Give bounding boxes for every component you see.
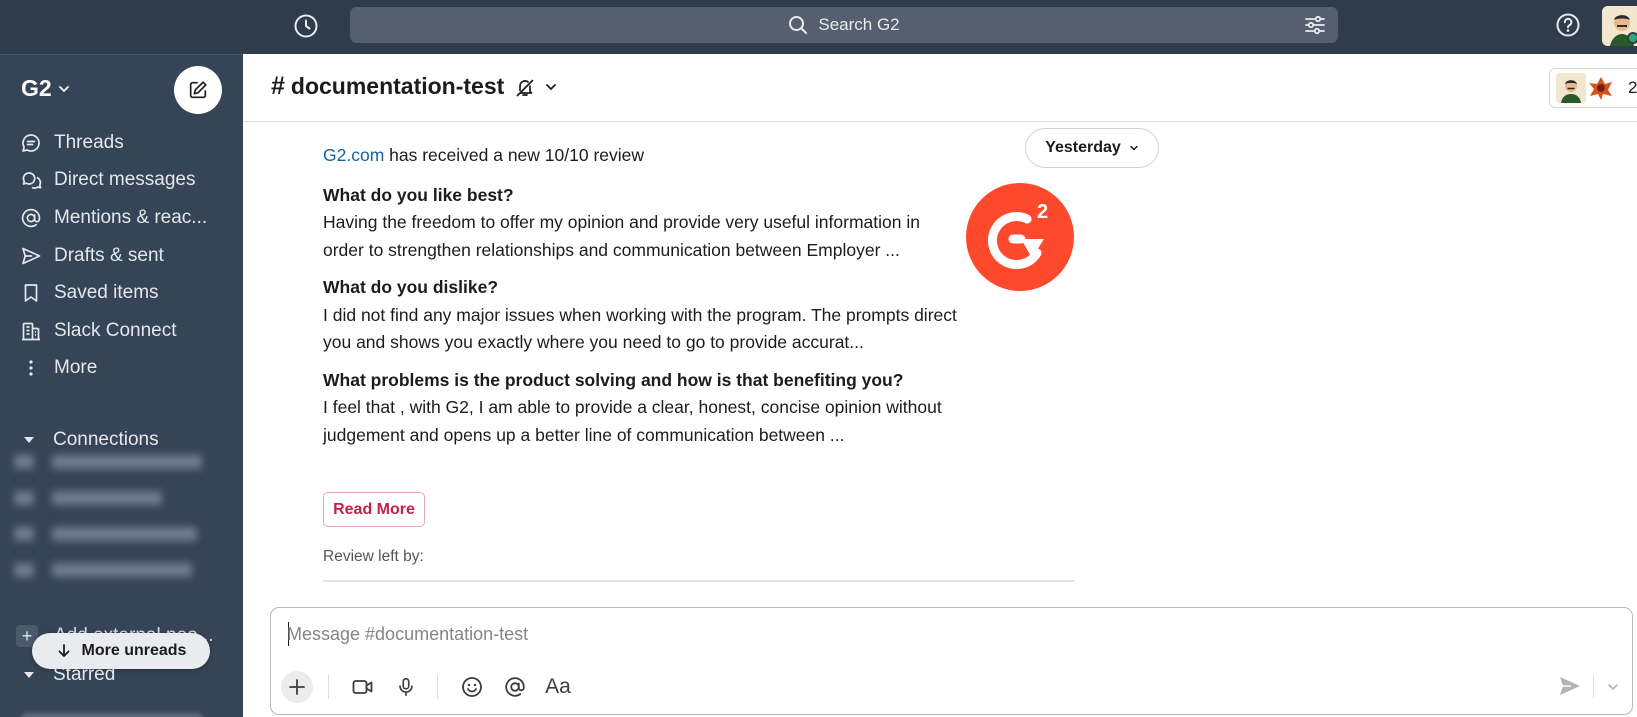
date-label: Yesterday [1045, 139, 1121, 156]
g2-link[interactable]: G2.com [323, 145, 384, 165]
presence-indicator [1627, 32, 1637, 44]
history-icon[interactable] [292, 12, 320, 40]
sidebar-item-label: Drafts & sent [54, 244, 164, 266]
at-icon [20, 207, 42, 229]
connection-item-redacted[interactable] [14, 451, 224, 473]
channel-members-button[interactable]: 2 [1549, 68, 1637, 108]
answer-like-best: Having the freedom to offer my opinion a… [323, 212, 920, 260]
review-left-by: Review left by: [323, 548, 424, 565]
sidebar: G2 Threads Direct messages Mentions & re… [0, 54, 243, 717]
channel-hash: # [271, 72, 285, 100]
sidebar-item-threads[interactable]: Threads [0, 124, 243, 162]
attach-button[interactable] [281, 671, 313, 703]
read-more-label: Read More [333, 500, 415, 518]
section-starred[interactable]: Starred [0, 656, 243, 694]
send-icon[interactable] [1556, 672, 1584, 700]
date-divider-button[interactable]: Yesterday [1025, 128, 1159, 168]
toolbar-separator [437, 675, 438, 699]
search-input[interactable]: Search G2 [350, 7, 1338, 43]
message-intro: G2.com has received a new 10/10 review [323, 142, 963, 170]
sidebar-item-label: Slack Connect [54, 319, 177, 341]
sidebar-item-label: Saved items [54, 282, 159, 304]
compose-button[interactable] [174, 66, 222, 114]
emoji-button[interactable] [456, 671, 488, 703]
sidebar-item-direct-messages[interactable]: Direct messages [0, 162, 243, 200]
search-placeholder: Search G2 [818, 15, 900, 34]
attachment-divider [323, 580, 1075, 582]
member-avatar [1589, 77, 1612, 100]
message-intro-text: has received a new 10/10 review [384, 145, 645, 165]
question-dislike: What do you dislike? [323, 277, 499, 297]
caret-down-icon [24, 672, 34, 678]
question-like-best: What do you like best? [323, 184, 514, 205]
connection-item-redacted[interactable] [14, 523, 224, 545]
caret-down-icon [24, 437, 34, 443]
building-icon [20, 320, 42, 342]
chevron-down-icon [1130, 145, 1138, 151]
plus-icon [289, 679, 305, 695]
chevron-down-icon[interactable] [1606, 680, 1620, 694]
search-icon [789, 16, 808, 34]
more-vertical-icon [20, 357, 42, 379]
top-bar: Search G2 [0, 0, 1637, 54]
video-clip-button[interactable] [347, 671, 379, 703]
muted-bell-icon [516, 79, 534, 96]
svg-text:2: 2 [1037, 201, 1048, 223]
direct-messages-icon [20, 169, 42, 191]
read-more-button[interactable]: Read More [323, 492, 425, 527]
message-pane: Yesterday G2.com has received a new 10/1… [243, 122, 1637, 602]
send-icon [20, 245, 42, 267]
sidebar-item-mentions[interactable]: Mentions & reac... [0, 199, 243, 237]
g2-logo: 2 [966, 183, 1074, 291]
send-separator [1593, 676, 1594, 698]
message-composer[interactable]: Message #documentation-test Aa [270, 607, 1633, 715]
member-avatar [1556, 73, 1586, 103]
channel-header: # documentation-test 2 [243, 54, 1637, 122]
bookmark-icon [20, 282, 42, 304]
sidebar-item-label: Mentions & reac... [54, 206, 208, 228]
video-icon [352, 680, 373, 694]
formatting-button[interactable]: Aa [542, 671, 574, 703]
chevron-down-icon [546, 83, 557, 90]
member-count: 2 [1628, 78, 1637, 97]
composer-toolbar: Aa [281, 670, 585, 704]
connection-item-redacted[interactable] [14, 559, 224, 581]
message-input[interactable]: Message #documentation-test [287, 624, 528, 645]
sidebar-item-saved[interactable]: Saved items [0, 274, 243, 312]
answer-dislike: I did not find any major issues when wor… [323, 304, 957, 353]
sidebar-item-drafts[interactable]: Drafts & sent [0, 237, 243, 275]
section-label: Starred [53, 664, 116, 685]
section-label: Connections [53, 429, 159, 450]
channel-name: documentation-test [290, 73, 505, 99]
sidebar-item-label: More [54, 357, 98, 379]
channel-title-button[interactable]: # documentation-test [271, 72, 558, 101]
chevron-down-icon [58, 85, 69, 92]
connection-item-redacted[interactable] [14, 487, 224, 509]
answer-problems: I feel that , with G2, I am able to prov… [323, 397, 942, 445]
question-problems: What problems is the product solving and… [323, 369, 904, 390]
sidebar-nav: Threads Direct messages Mentions & reac.… [0, 124, 243, 387]
sidebar-item-more[interactable]: More [0, 350, 243, 388]
toolbar-separator [328, 675, 329, 699]
filter-icon[interactable] [1304, 15, 1326, 35]
emoji-icon [462, 677, 482, 697]
workspace-name: G2 [21, 75, 52, 101]
audio-clip-button[interactable] [390, 671, 422, 703]
sidebar-item-label: Direct messages [54, 169, 196, 191]
sidebar-item-slack-connect[interactable]: Slack Connect [0, 312, 243, 350]
starred-item-partial[interactable] [22, 713, 202, 717]
message-body: G2.com has received a new 10/10 review W… [323, 142, 963, 449]
sidebar-item-label: Threads [54, 131, 124, 153]
compose-icon [189, 81, 207, 99]
at-icon [505, 677, 525, 697]
help-icon[interactable] [1554, 11, 1582, 39]
threads-icon [20, 132, 42, 154]
mention-button[interactable] [499, 671, 531, 703]
microphone-icon [399, 677, 413, 697]
workspace-switcher[interactable]: G2 [21, 75, 71, 102]
